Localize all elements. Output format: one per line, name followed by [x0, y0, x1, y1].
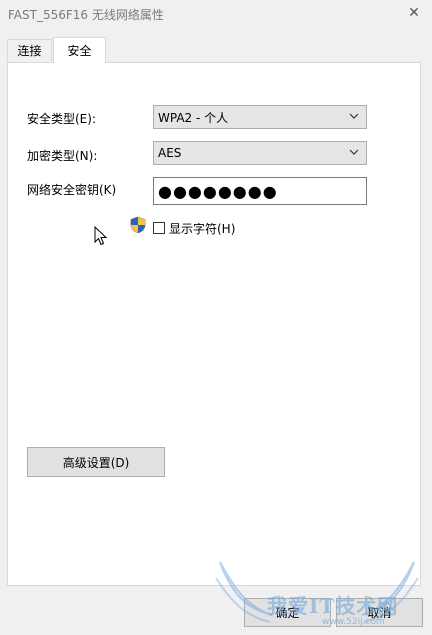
close-icon: ✕ — [408, 5, 420, 21]
wireless-properties-dialog: FAST_556F16 无线网络属性 ✕ 连接 安全 安全类型(E): WPA2… — [0, 0, 432, 635]
security-type-value: WPA2 - 个人 — [158, 110, 229, 125]
chevron-down-icon — [349, 149, 359, 155]
advanced-settings-button[interactable]: 高级设置(D) — [27, 447, 165, 477]
security-tab-panel: 安全类型(E): WPA2 - 个人 加密类型(N): AES 网络安全密钥(K… — [7, 62, 421, 586]
cancel-button[interactable]: 取消 — [336, 598, 423, 627]
mouse-pointer-icon — [94, 226, 108, 246]
network-key-input[interactable]: ●●●●●●●● — [153, 177, 367, 205]
uac-shield-icon — [130, 216, 146, 234]
close-button[interactable]: ✕ — [400, 2, 428, 24]
tab-connection[interactable]: 连接 — [7, 39, 52, 61]
security-type-label: 安全类型(E): — [27, 112, 96, 126]
ok-button[interactable]: 确定 — [244, 598, 331, 627]
network-key-value: ●●●●●●●● — [158, 181, 278, 201]
tab-security[interactable]: 安全 — [53, 37, 106, 63]
encryption-type-select[interactable]: AES — [153, 141, 367, 165]
encryption-type-label: 加密类型(N): — [27, 149, 98, 163]
title-bar[interactable]: FAST_556F16 无线网络属性 ✕ — [0, 0, 432, 28]
encryption-type-value: AES — [158, 146, 182, 160]
show-characters-checkbox[interactable] — [153, 222, 165, 234]
show-characters-label[interactable]: 显示字符(H) — [169, 220, 235, 237]
window-title: FAST_556F16 无线网络属性 — [8, 8, 164, 22]
network-key-label: 网络安全密钥(K) — [27, 183, 117, 197]
security-type-select[interactable]: WPA2 - 个人 — [153, 105, 367, 129]
chevron-down-icon — [349, 113, 359, 119]
